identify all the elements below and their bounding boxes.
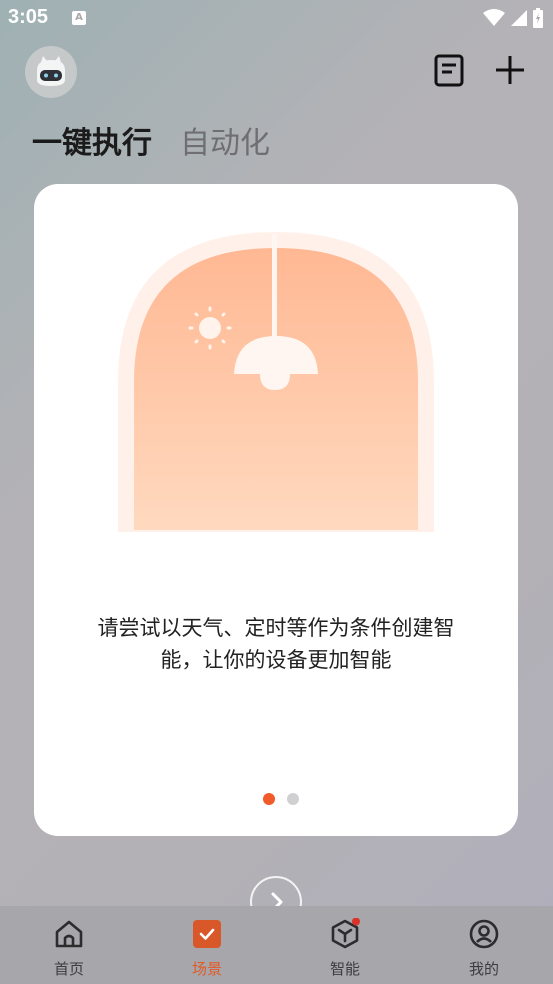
document-icon[interactable]	[431, 52, 467, 88]
nav-scene-label: 场景	[191, 960, 222, 978]
robot-avatar-icon	[37, 56, 65, 86]
wifi-icon	[483, 9, 505, 26]
notification-icon: A	[72, 11, 86, 25]
cube-icon	[331, 918, 360, 949]
scene-check-icon	[193, 920, 221, 948]
battery-icon	[533, 8, 543, 28]
home-icon	[55, 920, 83, 948]
page-dot[interactable]	[287, 793, 299, 805]
scene-tabs: 一键执行 自动化	[32, 118, 270, 162]
nav-scene[interactable]: 场景	[167, 906, 247, 984]
page-indicator	[263, 793, 299, 805]
signal-icon	[511, 10, 527, 26]
nav-home[interactable]: 首页	[29, 906, 109, 984]
onboarding-message: 请尝试以天气、定时等作为条件创建智 能，让你的设备更加智能	[74, 612, 478, 676]
add-button[interactable]	[492, 52, 528, 88]
tab-one-click[interactable]: 一键执行	[32, 118, 152, 162]
status-time: 3:05	[8, 6, 49, 28]
nav-smart-label: 智能	[329, 960, 360, 978]
nav-smart[interactable]: 智能	[305, 906, 385, 984]
onboarding-line-2: 能，让你的设备更加智能	[160, 648, 392, 672]
lamp-window-illustration	[118, 232, 434, 532]
nav-profile-label: 我的	[468, 960, 499, 978]
onboarding-card[interactable]: 请尝试以天气、定时等作为条件创建智 能，让你的设备更加智能	[34, 184, 518, 836]
status-icons	[483, 8, 543, 28]
bottom-navigation: 首页 场景 智能 我的	[0, 906, 553, 984]
nav-home-label: 首页	[53, 960, 84, 978]
avatar[interactable]	[25, 46, 77, 98]
tab-automation[interactable]: 自动化	[180, 118, 270, 162]
onboarding-line-1: 请尝试以天气、定时等作为条件创建智	[97, 616, 455, 640]
status-bar: 3:05 A	[0, 0, 553, 36]
profile-icon	[469, 919, 499, 949]
page-dot-active[interactable]	[263, 793, 275, 805]
nav-profile[interactable]: 我的	[444, 906, 524, 984]
